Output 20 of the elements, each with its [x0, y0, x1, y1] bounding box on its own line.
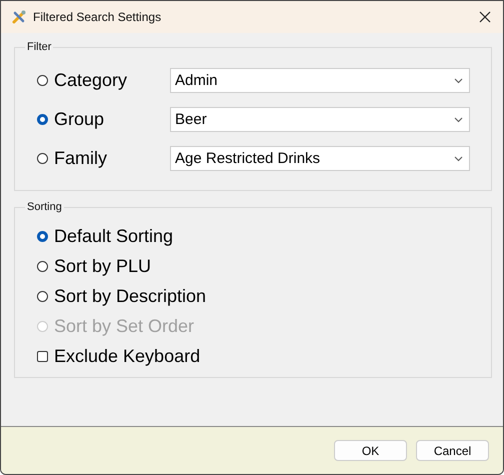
dropdown-field[interactable]: Admin [170, 68, 470, 93]
close-icon[interactable] [479, 11, 491, 23]
chevron-icon [454, 156, 463, 162]
radio-option[interactable]: Family [37, 148, 170, 169]
dropdown-field[interactable]: Age Restricted Drinks [170, 146, 470, 171]
chevron-icon [454, 116, 463, 122]
group-legend: Filter [25, 41, 54, 53]
radio-option[interactable]: Category [37, 70, 170, 91]
ok-button[interactable]: OK [334, 440, 407, 461]
radio-option[interactable]: Default Sorting [37, 221, 491, 251]
window-title: Filtered Search Settings [33, 10, 162, 24]
radio-option[interactable]: Sort by PLU [37, 251, 491, 281]
cancel-button[interactable]: Cancel [416, 440, 489, 461]
radio-option[interactable]: Group [37, 109, 170, 130]
tools-icon [11, 9, 27, 25]
dropdown-field[interactable]: Beer [170, 107, 470, 132]
checkbox-option[interactable]: Exclude Keyboard [37, 341, 491, 371]
chevron-icon [454, 78, 463, 84]
radio-option[interactable]: Sort by Description [37, 281, 491, 311]
group-legend: Sorting [25, 201, 64, 213]
